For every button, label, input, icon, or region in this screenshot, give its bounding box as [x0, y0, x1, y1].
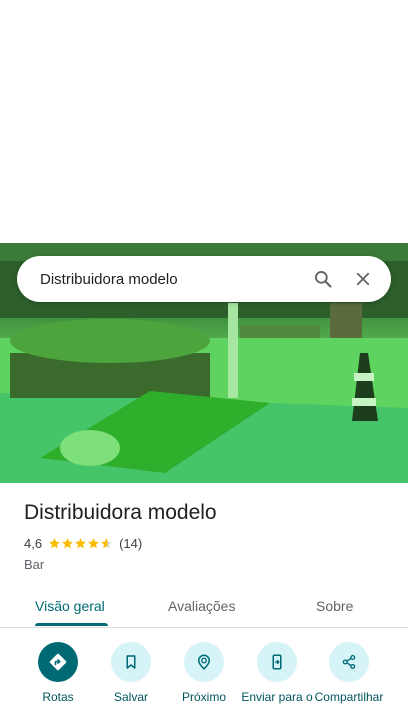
share-label: Compartilhar	[314, 690, 384, 704]
send-to-phone-button[interactable]: Enviar para o	[239, 642, 315, 704]
tab-visao-geral[interactable]: Visão geral	[35, 585, 105, 627]
directions-button[interactable]: Rotas	[20, 642, 96, 704]
place-category: Bar	[24, 557, 45, 572]
nearby-button[interactable]: Próximo	[166, 642, 242, 704]
rating-value: 4,6	[24, 536, 43, 551]
save-label: Salvar	[113, 690, 148, 704]
tab-indicator	[35, 623, 108, 626]
save-button[interactable]: Salvar	[93, 642, 169, 704]
search-bar[interactable]: Distribuidora modelo	[17, 256, 391, 302]
bookmark-icon	[111, 642, 151, 682]
action-bar: Rotas Salvar Próximo Enviar para o Compa…	[0, 642, 408, 726]
share-icon	[329, 642, 369, 682]
directions-label: Rotas	[42, 690, 74, 704]
tab-avaliacoes[interactable]: Avaliações	[168, 585, 235, 627]
nearby-icon	[184, 642, 224, 682]
directions-icon	[38, 642, 78, 682]
star-icon	[75, 538, 86, 549]
star-icon	[49, 538, 60, 549]
tab-sobre[interactable]: Sobre	[316, 585, 353, 627]
search-input[interactable]: Distribuidora modelo	[40, 271, 303, 288]
review-count: (14)	[119, 536, 143, 551]
close-icon[interactable]	[343, 259, 383, 299]
star-icon	[62, 538, 73, 549]
rating-row[interactable]: 4,6 (14)	[24, 536, 142, 551]
search-icon[interactable]	[303, 259, 343, 299]
star-icon	[101, 538, 112, 549]
place-title: Distribuidora modelo	[24, 501, 217, 524]
star-icon	[88, 538, 99, 549]
tab-bar: Visão geral Avaliações Sobre	[0, 585, 408, 628]
send-to-phone-label: Enviar para o	[241, 690, 313, 704]
share-button[interactable]: Compartilhar	[311, 642, 387, 704]
nearby-label: Próximo	[181, 690, 226, 704]
rating-stars	[48, 537, 113, 550]
send-to-phone-icon	[257, 642, 297, 682]
